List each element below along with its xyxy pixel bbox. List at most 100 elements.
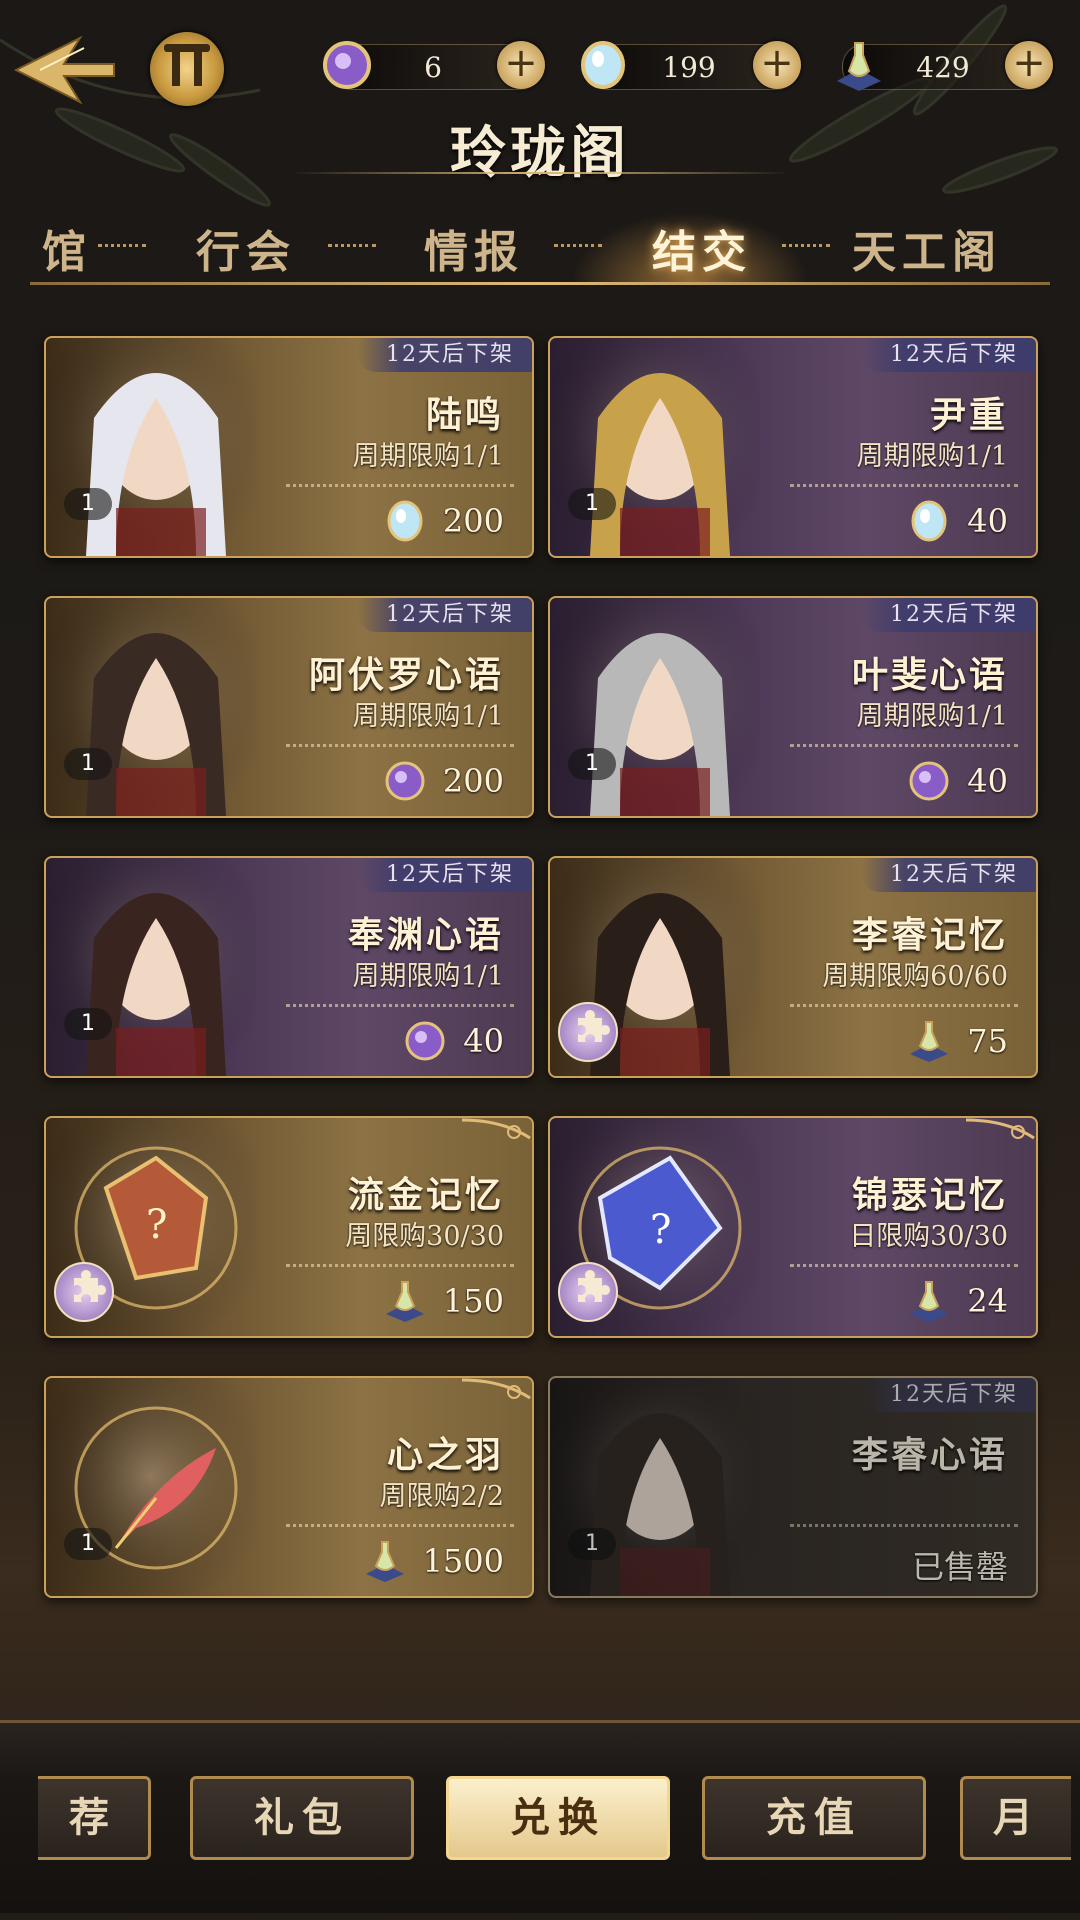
dotted-divider bbox=[790, 484, 1018, 487]
item-name: 流金记忆 bbox=[347, 1174, 504, 1216]
item-price: 200 bbox=[442, 502, 504, 540]
shop-item-card[interactable]: 12天后下架 叶斐心语 周期限购1/1 40 1 bbox=[548, 596, 1038, 818]
delist-countdown-badge: 12天后下架 bbox=[862, 858, 1036, 892]
currency-value: 429 bbox=[916, 51, 970, 84]
currency-potion: 429 + bbox=[837, 41, 1053, 91]
svg-text:?: ? bbox=[146, 1202, 167, 1248]
page-title: 玲珑阁 bbox=[450, 120, 630, 186]
purchase-limit: 周期限购1/1 bbox=[352, 961, 504, 992]
purchase-limit: 周期限购1/1 bbox=[856, 701, 1008, 732]
purple-gem-icon bbox=[405, 1021, 445, 1061]
delist-countdown-badge: 12天后下架 bbox=[358, 858, 532, 892]
add-currency-button[interactable]: + bbox=[497, 41, 545, 89]
tab-tiangong[interactable]: 天工阁 bbox=[852, 216, 1002, 280]
bottom-tab-recharge[interactable]: 充值 bbox=[702, 1776, 926, 1860]
shop-item-card[interactable]: ? 流金记忆 周限购30/30 150 bbox=[44, 1116, 534, 1338]
purple-gem-icon bbox=[385, 761, 425, 801]
item-price: 40 bbox=[967, 762, 1008, 800]
dotted-divider bbox=[790, 1264, 1018, 1267]
item-name: 奉渊心语 bbox=[347, 914, 504, 956]
dotted-divider bbox=[286, 1004, 514, 1007]
item-portrait bbox=[46, 338, 256, 556]
currency-purple-gem: 6 + bbox=[323, 41, 545, 90]
puzzle-piece-icon bbox=[54, 1262, 114, 1322]
pavilion-home-button[interactable] bbox=[150, 32, 224, 106]
item-portrait bbox=[46, 598, 256, 816]
purple-gem-icon bbox=[323, 41, 371, 89]
item-price: 24 bbox=[967, 1282, 1008, 1320]
back-arrow-icon[interactable] bbox=[10, 32, 120, 106]
puzzle-piece-icon bbox=[558, 1262, 618, 1322]
delist-countdown-badge: 12天后下架 bbox=[862, 598, 1036, 632]
shop-item-card[interactable]: 12天后下架 陆鸣 周期限购1/1 200 1 bbox=[44, 336, 534, 558]
item-name: 尹重 bbox=[929, 394, 1008, 436]
potion-icon bbox=[366, 1541, 404, 1582]
add-currency-button[interactable]: + bbox=[753, 41, 801, 89]
blue-crystal-icon bbox=[911, 500, 947, 542]
item-name: 阿伏罗心语 bbox=[308, 654, 504, 696]
currency-value: 6 bbox=[424, 51, 442, 84]
delist-countdown-badge: 12天后下架 bbox=[358, 598, 532, 632]
potion-icon bbox=[910, 1021, 948, 1062]
item-price: 40 bbox=[967, 502, 1008, 540]
dotted-divider bbox=[286, 484, 514, 487]
item-quantity-badge: 1 bbox=[64, 748, 112, 780]
currency-blue-crystal: 199 + bbox=[581, 41, 801, 90]
dotted-divider bbox=[286, 1264, 514, 1267]
dotted-divider bbox=[790, 1524, 1018, 1527]
bottom-tab-gift-pack[interactable]: 礼包 bbox=[190, 1776, 414, 1860]
dotted-divider bbox=[790, 1004, 1018, 1007]
shop-item-card[interactable]: 12天后下架尹重周期限购1/1 40 1 bbox=[548, 336, 1038, 558]
item-name: 李睿记忆 bbox=[851, 914, 1008, 956]
puzzle-piece-icon bbox=[558, 1002, 618, 1062]
shop-item-card[interactable]: 12天后下架 李睿心语 已售罄 1 bbox=[548, 1376, 1038, 1598]
item-portrait bbox=[550, 338, 760, 556]
corner-ornament bbox=[462, 1378, 531, 1400]
dotted-divider bbox=[286, 1524, 514, 1527]
title-divider bbox=[290, 172, 790, 174]
svg-text:?: ? bbox=[650, 1207, 671, 1253]
dotted-divider bbox=[286, 744, 514, 747]
purchase-limit: 周期限购60/60 bbox=[822, 961, 1008, 992]
item-price: 150 bbox=[442, 1282, 504, 1320]
purchase-limit: 周限购2/2 bbox=[379, 1481, 504, 1512]
purple-gem-icon bbox=[909, 761, 949, 801]
shop-item-card[interactable]: 12天后下架奉渊心语周期限购1/1 40 1 bbox=[44, 856, 534, 1078]
item-price: 1500 bbox=[422, 1542, 504, 1580]
bottom-tab-recommend[interactable]: 荐 bbox=[38, 1776, 151, 1860]
add-currency-button[interactable]: + bbox=[1005, 41, 1053, 89]
tab-guild-hall[interactable]: 馆 bbox=[42, 216, 92, 280]
dotted-divider bbox=[790, 744, 1018, 747]
shop-item-card[interactable]: 12天后下架 阿伏罗心语 周期限购1/1 200 1 bbox=[44, 596, 534, 818]
purchase-limit: 周期限购1/1 bbox=[856, 441, 1008, 472]
item-name: 锦瑟记忆 bbox=[851, 1174, 1008, 1216]
item-price: 40 bbox=[463, 1022, 504, 1060]
item-quantity-badge: 1 bbox=[568, 488, 616, 520]
potion-icon bbox=[910, 1281, 948, 1322]
item-price: 75 bbox=[967, 1022, 1008, 1060]
item-name: 心之羽 bbox=[386, 1434, 504, 1476]
blue-crystal-icon bbox=[387, 500, 423, 542]
item-portrait bbox=[550, 1378, 760, 1596]
corner-ornament bbox=[462, 1118, 531, 1140]
shop-item-card[interactable]: ? 锦瑟记忆日限购30/30 24 bbox=[548, 1116, 1038, 1338]
delist-countdown-badge: 12天后下架 bbox=[862, 338, 1036, 372]
category-tabs: 馆 行会 情报 结交 天工阁 bbox=[0, 212, 1080, 282]
item-quantity-badge: 1 bbox=[568, 1528, 616, 1560]
item-quantity-badge: 1 bbox=[64, 1528, 112, 1560]
item-name: 陆鸣 bbox=[425, 394, 504, 436]
currency-value: 199 bbox=[662, 51, 716, 84]
tab-intel[interactable]: 情报 bbox=[424, 216, 524, 280]
item-quantity-badge: 1 bbox=[64, 1008, 112, 1040]
item-price: 200 bbox=[442, 762, 504, 800]
tab-guild[interactable]: 行会 bbox=[196, 216, 296, 280]
blue-crystal-icon bbox=[581, 41, 625, 89]
shop-item-card[interactable]: 12天后下架李睿记忆周期限购60/60 75 bbox=[548, 856, 1038, 1078]
tab-befriend[interactable]: 结交 bbox=[652, 216, 752, 280]
bottom-tab-exchange[interactable]: 兑换 bbox=[446, 1776, 670, 1860]
item-quantity-badge: 1 bbox=[64, 488, 112, 520]
shop-item-card[interactable]: 心之羽周限购2/2 1500 1 bbox=[44, 1376, 534, 1598]
purchase-limit: 日限购30/30 bbox=[849, 1221, 1008, 1252]
pavilion-icon bbox=[164, 44, 210, 52]
bottom-tab-monthly[interactable]: 月 bbox=[960, 1776, 1071, 1860]
